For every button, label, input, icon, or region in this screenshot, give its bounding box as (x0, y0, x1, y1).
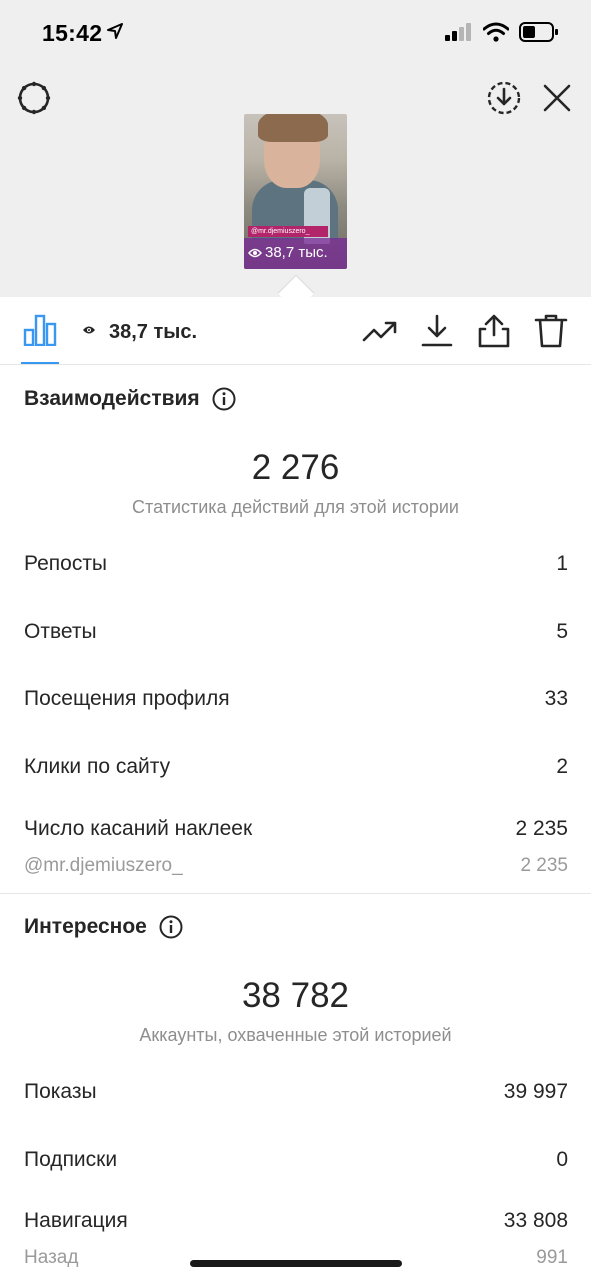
story-thumbnail[interactable]: @mr.djemiuszero_ 38,7 тыс. (244, 114, 347, 269)
stat-label: Посещения профиля (24, 687, 230, 710)
stat-label: Ответы (24, 620, 97, 643)
stat-label: Навигация (24, 1209, 128, 1232)
save-download-icon[interactable] (486, 80, 522, 116)
interactions-title: Взаимодействия (24, 387, 200, 410)
delete-trash-icon[interactable] (533, 314, 569, 348)
stat-value: 2 (556, 755, 568, 778)
stat-row-impressions: Показы 39 997 (24, 1080, 568, 1104)
interactions-header: Взаимодействия (24, 387, 236, 411)
download-icon[interactable] (419, 314, 455, 348)
stat-sublabel: Назад (24, 1247, 79, 1268)
eye-icon (248, 248, 262, 257)
thumbnail-mention-tag: @mr.djemiuszero_ (248, 226, 328, 237)
stat-row-website-clicks: Клики по сайту 2 (24, 755, 568, 779)
discovery-title: Интересное (24, 915, 147, 938)
active-tab-indicator (21, 362, 59, 364)
stat-value: 0 (556, 1148, 568, 1171)
stat-value: 33 808 (503, 1209, 568, 1232)
stat-row-follows: Подписки 0 (24, 1148, 568, 1172)
wifi-icon (483, 22, 509, 42)
stat-row-profile-visits: Посещения профиля 33 (24, 687, 568, 711)
discovery-header: Интересное (24, 915, 183, 939)
interactions-caption: Статистика действий для этой истории (132, 497, 459, 517)
interactions-total: 2 276 (251, 448, 340, 487)
thumbnail-hair (258, 114, 328, 142)
stat-value: 39 997 (503, 1080, 568, 1103)
home-indicator[interactable] (190, 1260, 402, 1267)
location-arrow-icon (107, 23, 123, 39)
stat-value: 5 (556, 620, 568, 643)
status-time: 15:42 (42, 20, 103, 46)
discovery-total: 38 782 (241, 976, 350, 1015)
stat-subvalue: 2 235 (520, 855, 568, 876)
stat-sublabel: @mr.djemiuszero_ (24, 855, 183, 876)
stat-row-replies: Ответы 5 (24, 620, 568, 644)
stat-row-navigation: Навигация 33 808 (24, 1209, 568, 1233)
bar-chart-icon[interactable] (23, 314, 57, 346)
info-icon[interactable] (212, 387, 236, 411)
info-icon[interactable] (159, 915, 183, 939)
share-icon[interactable] (476, 314, 512, 348)
cellular-signal-icon (445, 23, 471, 41)
battery-icon (519, 22, 558, 42)
close-icon[interactable] (541, 82, 573, 114)
stat-label: Число касаний наклеек (24, 817, 253, 840)
eye-icon (83, 326, 95, 334)
insights-toolbar: 38,7 тыс. (0, 297, 591, 365)
stat-subrow-sticker-mention: @mr.djemiuszero_ 2 235 (24, 855, 568, 877)
thumbnail-views: 38,7 тыс. (248, 244, 328, 261)
status-indicators (445, 22, 559, 42)
thumbnail-views-text: 38,7 тыс. (265, 244, 328, 261)
discovery-caption: Аккаунты, охваченные этой историей (139, 1025, 452, 1045)
stat-label: Репосты (24, 552, 108, 575)
stat-subvalue: 991 (536, 1247, 568, 1268)
stat-label: Клики по сайту (24, 755, 171, 778)
trending-up-icon[interactable] (362, 314, 398, 348)
stat-value: 1 (556, 552, 568, 575)
story-preview-area: 15:42 @mr.djemiuszero_ 38,7 тыс. (0, 0, 591, 297)
stat-value: 2 235 (515, 817, 568, 840)
stat-label: Показы (24, 1080, 97, 1103)
section-divider (0, 893, 591, 894)
stat-value: 33 (544, 687, 568, 710)
stat-row-reposts: Репосты 1 (24, 552, 568, 576)
settings-gear-icon[interactable] (16, 80, 52, 116)
stat-row-sticker-taps: Число касаний наклеек 2 235 (24, 817, 568, 841)
stat-label: Подписки (24, 1148, 118, 1171)
views-count: 38,7 тыс. (109, 321, 198, 343)
story-insights-screen: 15:42 @mr.djemiuszero_ 38,7 тыс. 38,7 ты… (0, 0, 591, 1280)
